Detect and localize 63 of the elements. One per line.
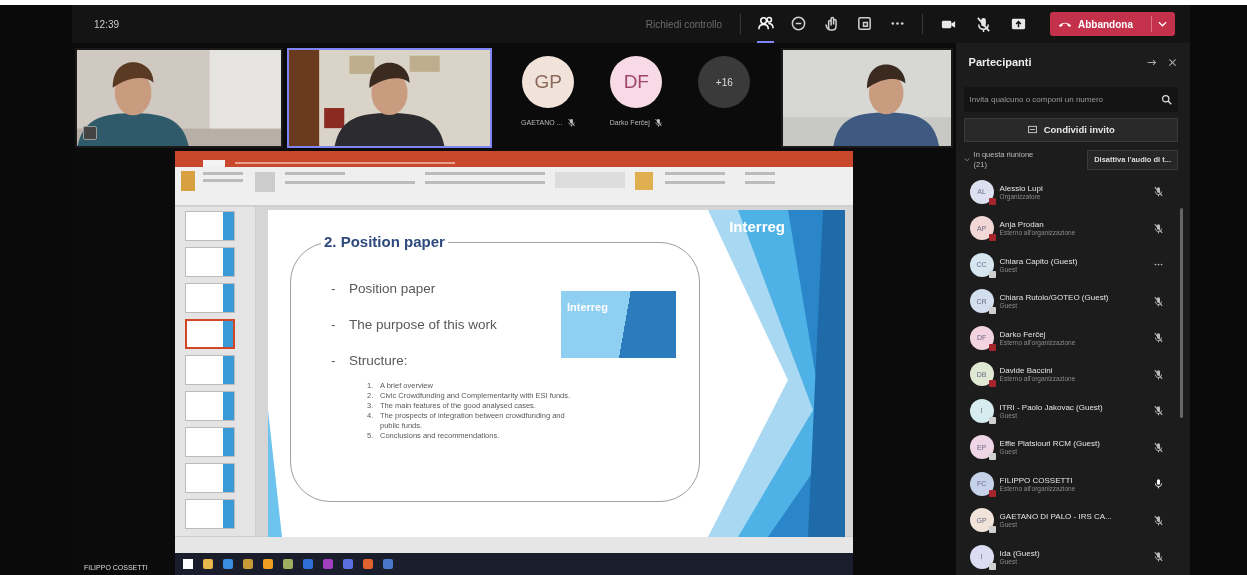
participant-avatar[interactable]: DF xyxy=(610,56,663,108)
app-icon[interactable] xyxy=(263,559,273,569)
participant-name: Chiara Rutolo/GOTEO (Guest) xyxy=(999,293,1110,303)
bullet-marker: - xyxy=(331,353,337,369)
slide-title: 2. Position paper xyxy=(321,233,448,250)
search-field[interactable]: Invita qualcuno o componi un numero xyxy=(963,87,1178,113)
bullet-text: Position paper xyxy=(349,281,436,297)
participant-name: Davide Baccini xyxy=(999,366,1054,376)
people-icon[interactable] xyxy=(757,14,774,32)
slide-thumbnail[interactable] xyxy=(185,211,235,241)
scrollbar[interactable] xyxy=(1180,208,1183,418)
participant-name: ITRI - Paolo Jakovac (Guest) xyxy=(999,402,1104,412)
close-icon[interactable] xyxy=(1167,56,1178,68)
app-icon[interactable] xyxy=(383,559,393,569)
mic-off-icon xyxy=(566,118,576,127)
mic-off-icon xyxy=(653,118,663,127)
app-icon[interactable] xyxy=(283,559,293,569)
slide-thumbnail[interactable] xyxy=(185,247,235,277)
slide-thumbnail[interactable] xyxy=(185,319,235,349)
participant-name: Alessio Lupi xyxy=(999,183,1044,193)
slide-thumbnail[interactable] xyxy=(185,391,235,421)
rooms-icon[interactable] xyxy=(856,14,873,32)
participant-name: FILIPPO COSSETTI xyxy=(999,475,1074,485)
share-icon xyxy=(1026,124,1038,136)
caret-icon xyxy=(1158,21,1167,27)
participant-name: Darko Ferčej xyxy=(999,329,1047,339)
app-icon[interactable] xyxy=(223,559,233,569)
participant-name: Ida (Guest) xyxy=(999,548,1041,558)
slide-thumbnail[interactable] xyxy=(185,463,235,493)
bullet-text: Structure: xyxy=(349,353,408,369)
logo-text: Interreg xyxy=(567,301,608,313)
hand-icon[interactable] xyxy=(823,14,840,32)
bullet-marker: - xyxy=(331,317,337,333)
mic-off-icon[interactable] xyxy=(975,15,992,33)
bullet-text: The purpose of this work xyxy=(349,317,497,333)
share-invite-button[interactable]: Condividi invito xyxy=(963,118,1178,142)
pin-icon[interactable] xyxy=(83,126,97,140)
app-icon[interactable] xyxy=(343,559,353,569)
request-control-button[interactable]: Richiedi controllo xyxy=(635,18,732,30)
panel-title: Partecipanti xyxy=(967,56,1033,69)
participant-avatar[interactable]: GP xyxy=(522,56,575,108)
bullet-marker: - xyxy=(331,281,337,297)
participant-name: Anja Prodan xyxy=(999,220,1045,230)
chat-icon[interactable] xyxy=(790,14,807,32)
chevron-down-icon[interactable] xyxy=(963,156,970,163)
participant-name: Chiara Capito (Guest) xyxy=(999,256,1079,266)
app-icon[interactable] xyxy=(323,559,333,569)
slide-thumbnail[interactable] xyxy=(185,427,235,457)
participant-name: Effie Platsiouri RCM (Guest) xyxy=(999,439,1101,449)
meeting-time: 12:39 xyxy=(94,18,120,30)
participant-name: GAETANO DI PALO - IRS CA... xyxy=(999,512,1113,522)
app-icon[interactable] xyxy=(243,559,253,569)
slide-thumbnail[interactable] xyxy=(185,283,235,313)
app-icon[interactable] xyxy=(363,559,373,569)
phone-icon xyxy=(1058,20,1072,28)
logo-text: Interreg xyxy=(729,218,785,235)
slide-thumbnail[interactable] xyxy=(185,355,235,385)
more-participants-button[interactable]: +16 xyxy=(698,56,751,108)
app-icon[interactable] xyxy=(303,559,313,569)
leave-button[interactable]: Abbandona xyxy=(1050,12,1175,36)
app-icon[interactable] xyxy=(203,559,213,569)
slide-thumbnail[interactable] xyxy=(185,499,235,529)
search-icon xyxy=(1161,94,1172,106)
